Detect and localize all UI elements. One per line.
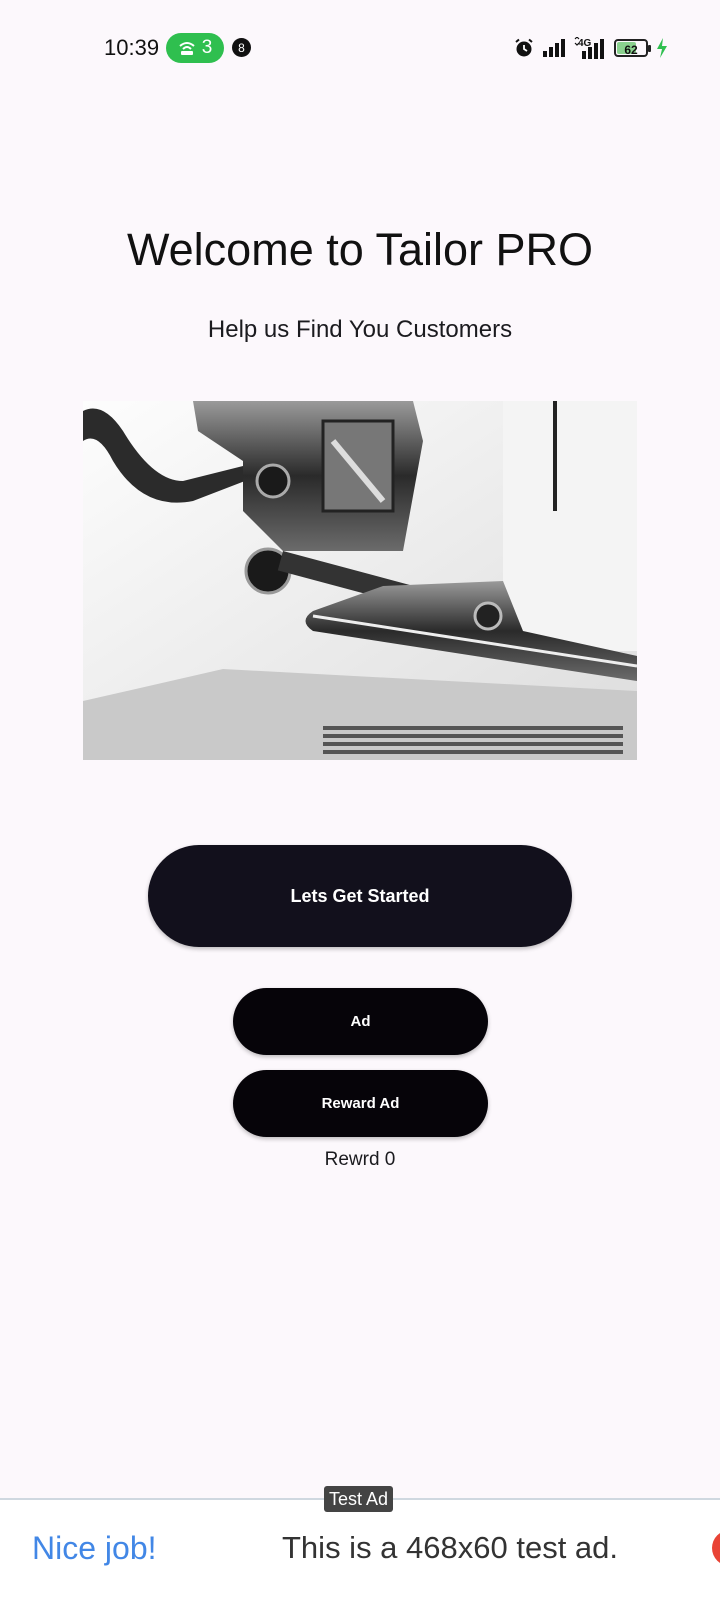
ad-headline[interactable]: Nice job! [32,1530,157,1567]
hotspot-count: 3 [201,37,213,58]
ad-body-text[interactable]: This is a 468x60 test ad. [282,1530,618,1566]
battery-level: 62 [624,43,638,57]
signal-icon [543,39,565,57]
alarm-icon [515,38,533,57]
sewing-machine-image [83,401,637,760]
clock-time: 10:39 [104,35,160,60]
reward-ad-button[interactable]: Reward Ad [233,1070,488,1137]
signal-4g-icon: 4G [574,37,604,59]
page-subtitle: Help us Find You Customers [207,316,513,343]
get-started-button[interactable]: Lets Get Started [148,845,572,947]
reward-counter: Rewrd 0 [324,1149,396,1170]
test-ad-label: Test Ad [324,1486,394,1512]
hotspot-icon [179,42,195,55]
ad-button[interactable]: Ad [233,988,488,1055]
page-title: Welcome to Tailor PRO [127,224,593,275]
status-bar: 10:39 3 8 4G 62 [0,0,720,96]
charging-icon [657,38,667,58]
hotspot-indicator[interactable]: 3 [166,33,224,63]
status-icons: 4G 62 [514,36,668,60]
notification-count-badge: 8 [232,38,251,57]
battery-icon: 62 [614,39,651,57]
